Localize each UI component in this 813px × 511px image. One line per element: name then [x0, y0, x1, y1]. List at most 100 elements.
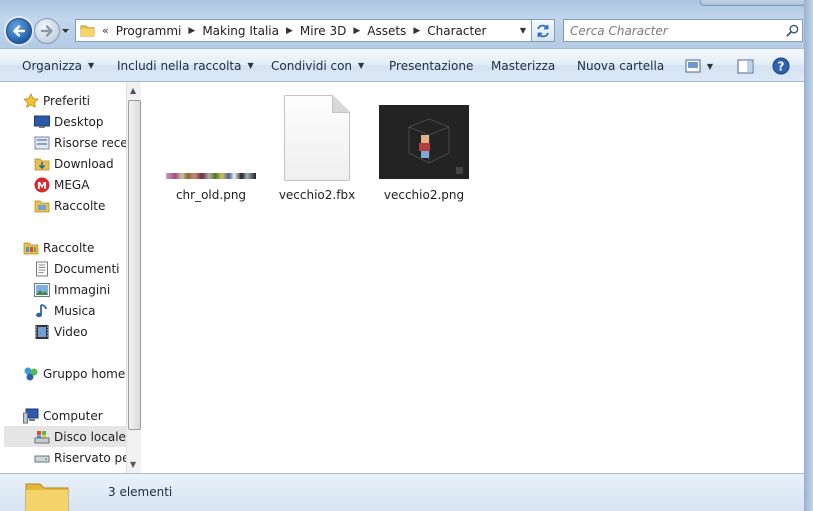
nav-reserved-drive[interactable]: Riservato per	[33, 447, 126, 468]
nav-mega-label: MEGA	[54, 177, 90, 192]
refresh-button[interactable]	[532, 19, 555, 42]
file-item[interactable]: vecchio2.png	[374, 92, 474, 202]
folder-icon	[25, 483, 69, 511]
nav-documents-label: Documenti	[54, 261, 120, 276]
file-item[interactable]: chr_old.png	[161, 92, 261, 202]
desktop-icon	[33, 113, 50, 130]
preview-pane-button[interactable]	[734, 55, 756, 77]
breadcrumb-character[interactable]: Character	[424, 20, 489, 41]
chevron-down-icon: ▼	[88, 61, 95, 70]
recent-pages-dropdown-icon[interactable]	[61, 27, 70, 35]
nav-recent-places[interactable]: Risorse recen	[33, 132, 126, 153]
documents-icon	[33, 260, 50, 277]
nav-libraries-label: Raccolte	[43, 240, 95, 255]
navigation-scrollbar[interactable]: ▲ ▼	[126, 82, 141, 473]
chevron-down-icon: ▼	[706, 61, 714, 71]
burn-button[interactable]: Masterizza	[491, 49, 555, 82]
star-icon	[22, 92, 39, 109]
change-view-button[interactable]: ▼	[681, 55, 717, 77]
search-icon[interactable]	[782, 20, 802, 41]
nav-video[interactable]: Video	[33, 321, 88, 342]
nav-music[interactable]: Musica	[33, 300, 96, 321]
breadcrumb-making-italia[interactable]: Making Italia	[199, 20, 282, 41]
folder-icon	[76, 20, 98, 41]
organize-label: Organizza	[22, 58, 83, 73]
file-name: vecchio2.fbx	[278, 188, 356, 202]
homegroup-icon	[22, 365, 39, 382]
nav-pictures[interactable]: Immagini	[33, 279, 110, 300]
navigation-pane: Preferiti Desktop Risorse recen Download…	[0, 82, 126, 473]
include-in-library-menu[interactable]: Includi nella raccolta ▼	[117, 49, 254, 82]
nav-documents[interactable]: Documenti	[33, 258, 120, 279]
nav-favorites-label: Preferiti	[43, 93, 90, 108]
address-dropdown-icon[interactable]: ▼	[515, 20, 531, 41]
computer-icon	[22, 407, 39, 424]
video-icon	[33, 323, 50, 340]
scroll-down-icon[interactable]: ▼	[130, 460, 136, 469]
nav-pictures-label: Immagini	[54, 282, 111, 297]
scrollbar-thumb[interactable]	[128, 100, 141, 430]
forward-arrow-icon	[40, 25, 53, 37]
nav-computer[interactable]: Computer	[22, 405, 103, 426]
document-icon	[284, 95, 350, 181]
image-thumbnail	[166, 173, 256, 179]
search-input[interactable]	[570, 23, 782, 38]
libraries-folder-icon	[33, 197, 50, 214]
nav-computer-label: Computer	[43, 408, 103, 423]
nav-recent-places-label: Risorse recen	[54, 135, 126, 150]
command-bar: Organizza ▼ Includi nella raccolta ▼ Condi…	[0, 48, 813, 82]
view-icon	[685, 59, 701, 73]
slideshow-label: Presentazione	[389, 58, 474, 73]
refresh-icon	[537, 24, 549, 37]
nav-download[interactable]: Download	[33, 153, 114, 174]
preview-pane-icon	[737, 59, 753, 73]
nav-desktop-label: Desktop	[54, 114, 104, 129]
nav-homegroup-label: Gruppo home	[43, 366, 126, 381]
nav-mega[interactable]: M MEGA	[33, 174, 89, 195]
nav-download-label: Download	[54, 156, 114, 171]
include-in-library-label: Includi nella raccolta	[117, 58, 242, 73]
file-list: chr_old.png vecchio2.fbx vecchio2.png	[141, 82, 804, 473]
burn-label: Masterizza	[491, 58, 556, 73]
image-thumbnail	[379, 105, 469, 179]
chevron-right-icon[interactable]: ▶	[282, 26, 297, 36]
scroll-up-icon[interactable]: ▲	[130, 86, 136, 95]
nav-libraries[interactable]: Raccolte	[22, 237, 94, 258]
mega-icon: M	[33, 176, 50, 193]
svg-text:M: M	[37, 180, 47, 191]
chevron-right-icon[interactable]: ▶	[349, 26, 364, 36]
slideshow-button[interactable]: Presentazione	[389, 49, 473, 82]
share-with-menu[interactable]: Condividi con ▼	[271, 49, 364, 82]
window-frame-edge	[804, 0, 813, 511]
search-box[interactable]	[563, 19, 803, 42]
file-name: chr_old.png	[175, 188, 247, 202]
chevron-down-icon: ▼	[358, 61, 365, 70]
chevron-right-icon[interactable]: ▶	[184, 26, 199, 36]
file-item[interactable]: vecchio2.fbx	[267, 92, 367, 202]
chevron-right-icon[interactable]: ▶	[409, 26, 424, 36]
item-count: 3 elementi	[108, 485, 173, 499]
address-bar[interactable]: « Programmi ▶ Making Italia ▶ Mire 3D ▶ …	[75, 19, 532, 42]
nav-local-disk-label: Disco locale (	[54, 429, 126, 444]
help-icon: ?	[772, 57, 790, 75]
breadcrumb-mire-3d[interactable]: Mire 3D	[297, 20, 349, 41]
help-button[interactable]: ?	[770, 55, 792, 77]
forward-button[interactable]	[34, 18, 60, 44]
nav-desktop[interactable]: Desktop	[33, 111, 104, 132]
nav-local-disk[interactable]: Disco locale (	[4, 426, 126, 447]
window-controls[interactable]	[700, 0, 813, 6]
breadcrumb-overflow[interactable]: «	[98, 24, 113, 37]
nav-homegroup[interactable]: Gruppo home	[22, 363, 125, 384]
new-folder-button[interactable]: Nuova cartella	[577, 49, 664, 82]
nav-raccolte-favorite[interactable]: Raccolte	[33, 195, 105, 216]
breadcrumb-assets[interactable]: Assets	[364, 20, 409, 41]
title-bar: « Programmi ▶ Making Italia ▶ Mire 3D ▶ …	[0, 0, 813, 48]
organize-menu[interactable]: Organizza ▼	[22, 49, 94, 82]
breadcrumb-programmi[interactable]: Programmi	[113, 20, 185, 41]
download-folder-icon	[33, 155, 50, 172]
libraries-icon	[22, 239, 39, 256]
nav-favorites[interactable]: Preferiti	[22, 90, 90, 111]
new-folder-label: Nuova cartella	[577, 58, 665, 73]
svg-text:?: ?	[778, 60, 785, 74]
back-button[interactable]	[6, 18, 32, 44]
